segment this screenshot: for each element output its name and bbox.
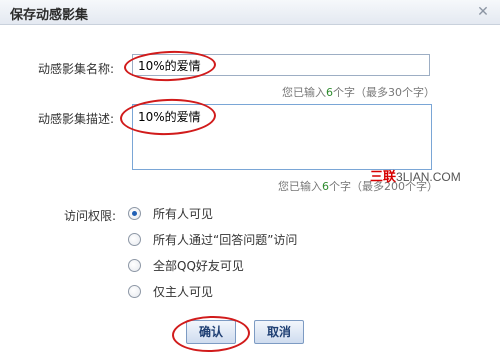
name-hint-count: 6: [326, 86, 333, 99]
name-hint-prefix: 您已输入: [282, 86, 326, 99]
access-option-answer-question[interactable]: 所有人通过“回答问题”访问: [128, 230, 297, 248]
access-option-label: 仅主人可见: [153, 284, 214, 299]
name-hint-suffix: 个字（最多30个字）: [333, 86, 435, 99]
watermark-en: 3LIAN.COM: [396, 170, 461, 184]
access-option-everyone[interactable]: 所有人可见: [128, 204, 213, 222]
access-option-owner-only[interactable]: 仅主人可见: [128, 282, 213, 300]
radio-button[interactable]: [128, 232, 141, 246]
close-icon[interactable]: ✕: [474, 3, 492, 21]
dialog-title: 保存动感影集: [10, 8, 89, 23]
watermark-logo: 三联3LIAN.COM: [370, 166, 461, 185]
description-textarea[interactable]: 10%的爱情: [132, 104, 432, 170]
name-char-hint: 您已输入6个字（最多30个字）: [282, 84, 435, 100]
watermark-cn: 三联: [370, 169, 397, 184]
description-label: 动感影集描述:: [38, 112, 115, 126]
radio-dot: [132, 210, 137, 216]
cancel-button[interactable]: 取消: [254, 320, 304, 344]
radio-button-checked[interactable]: [128, 206, 141, 220]
access-option-label: 所有人可见: [153, 206, 214, 221]
description-hint-prefix: 您已输入: [278, 180, 322, 193]
confirm-button[interactable]: 确认: [186, 320, 236, 344]
name-label: 动感影集名称:: [38, 62, 115, 76]
radio-button[interactable]: [128, 258, 141, 272]
access-option-label: 全部QQ好友可见: [153, 258, 244, 273]
description-hint-count: 6: [322, 180, 329, 193]
access-option-qq-friends[interactable]: 全部QQ好友可见: [128, 256, 244, 274]
access-option-label: 所有人通过“回答问题”访问: [153, 232, 298, 247]
dialog-titlebar: 保存动感影集 ✕: [0, 0, 500, 25]
radio-button[interactable]: [128, 284, 141, 298]
access-label: 访问权限:: [64, 209, 117, 223]
name-input[interactable]: [132, 54, 430, 76]
